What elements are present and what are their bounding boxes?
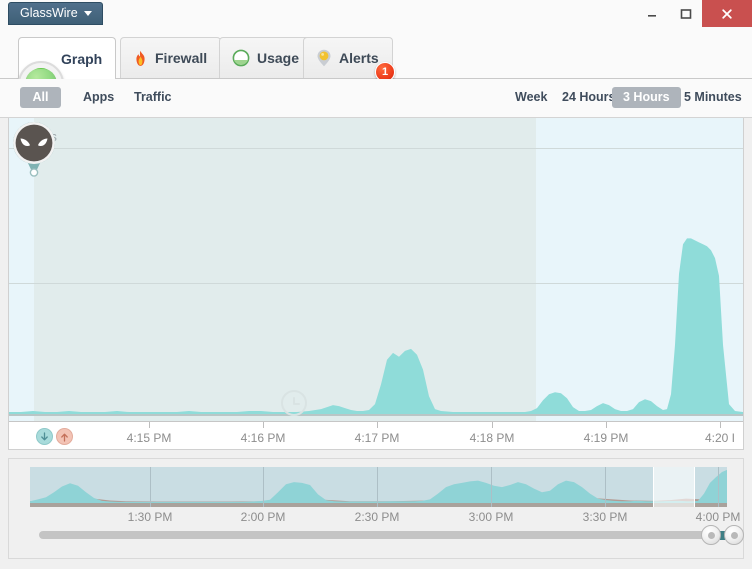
- flame-icon: [136, 50, 145, 66]
- x-axis-tick: [492, 422, 493, 428]
- timeline-selection-window[interactable]: [653, 467, 695, 507]
- minimap-tick-label: 2:00 PM: [240, 510, 286, 524]
- minimap-baseline: [30, 503, 727, 507]
- location-pin-icon: [317, 49, 331, 67]
- minimap-tick-label: 3:30 PM: [582, 510, 628, 524]
- close-icon: [722, 8, 732, 19]
- tab-alerts-label: Alerts: [339, 50, 379, 66]
- tab-firewall[interactable]: Firewall: [120, 37, 222, 78]
- range-3-hours-button[interactable]: 3 Hours: [612, 87, 681, 108]
- x-axis-tick-label: 4:16 PM: [240, 431, 286, 445]
- timeline-minimap[interactable]: [30, 467, 727, 507]
- timeline-series-svg: [30, 469, 727, 507]
- maximize-button[interactable]: [669, 0, 702, 27]
- traffic-plot-area[interactable]: 3 MB/s: [9, 118, 743, 421]
- minimap-gridline: [718, 467, 719, 507]
- x-axis-tick: [720, 422, 721, 428]
- x-axis-tick: [149, 422, 150, 428]
- timeline-panel: 1:30 PM 2:00 PM 2:30 PM 3:00 PM 3:30 PM 4:00 …: [8, 458, 744, 559]
- minimap-gridline: [150, 467, 151, 507]
- title-bar: GlassWire: [0, 0, 752, 29]
- download-arrow-icon: [36, 428, 53, 445]
- alien-face-marker-icon[interactable]: [9, 118, 59, 180]
- x-axis-tick-label: 4:15 PM: [126, 431, 172, 445]
- close-button[interactable]: [702, 0, 752, 27]
- minimap-tick-label: 4:00 PM: [695, 510, 741, 524]
- timeline-handle-left[interactable]: [701, 525, 721, 545]
- timeline-scroll-track[interactable]: [39, 531, 727, 539]
- x-axis-tick-label: 4:18 PM: [469, 431, 515, 445]
- chevron-down-icon: [83, 11, 92, 16]
- filter-traffic-button[interactable]: Traffic: [123, 87, 183, 108]
- x-axis-tick-label: 4:20 I: [704, 431, 736, 445]
- minimap-series-download: [30, 469, 727, 503]
- tab-usage[interactable]: Usage: [219, 37, 314, 78]
- x-axis-tick-label: 4:17 PM: [354, 431, 400, 445]
- minimize-icon: [647, 14, 656, 17]
- series-download: [9, 238, 743, 414]
- tab-strip: Graph Firewall Usage Alerts 1: [0, 28, 752, 107]
- minimap-gridline: [605, 467, 606, 507]
- tab-usage-label: Usage: [257, 50, 300, 66]
- pie-chart-icon: [232, 49, 250, 67]
- minimap-tick-label: 2:30 PM: [354, 510, 400, 524]
- x-axis-tick-label: 4:19 PM: [583, 431, 629, 445]
- minimap-tick-label: 1:30 PM: [127, 510, 173, 524]
- clock-icon: [281, 390, 307, 416]
- maximize-icon: [680, 8, 691, 19]
- range-5-minutes-button[interactable]: 5 Minutes: [673, 87, 752, 108]
- app-menu-button[interactable]: GlassWire: [8, 2, 103, 25]
- filter-bar: All Apps Traffic Week 24 Hours 3 Hours 5…: [0, 79, 752, 118]
- x-axis-tick: [606, 422, 607, 428]
- minimap-tick-label: 3:00 PM: [468, 510, 514, 524]
- filter-apps-button[interactable]: Apps: [72, 87, 125, 108]
- traffic-graph-panel: 3 MB/s 4:15 PM: [8, 118, 744, 450]
- x-axis: 4:15 PM 4:16 PM 4:17 PM 4:18 PM 4:19 PM 4:20 …: [9, 421, 743, 449]
- tab-firewall-label: Firewall: [155, 50, 208, 66]
- minimap-gridline: [377, 467, 378, 507]
- minimap-gridline: [263, 467, 264, 507]
- app-menu-label: GlassWire: [20, 6, 78, 20]
- plot-baseline: [9, 414, 743, 416]
- filter-all-button[interactable]: All: [20, 87, 61, 108]
- minimize-button[interactable]: [635, 0, 668, 27]
- tab-graph-label: Graph: [61, 50, 103, 67]
- traffic-series-svg: [9, 238, 743, 416]
- x-axis-tick: [263, 422, 264, 428]
- minimap-gridline: [491, 467, 492, 507]
- upload-arrow-icon: [56, 428, 73, 445]
- x-axis-tick: [377, 422, 378, 428]
- timeline-handle-right[interactable]: [724, 525, 744, 545]
- glasswire-window: GlassWire Graph Firewall Usage Alerts 1 …: [0, 0, 752, 569]
